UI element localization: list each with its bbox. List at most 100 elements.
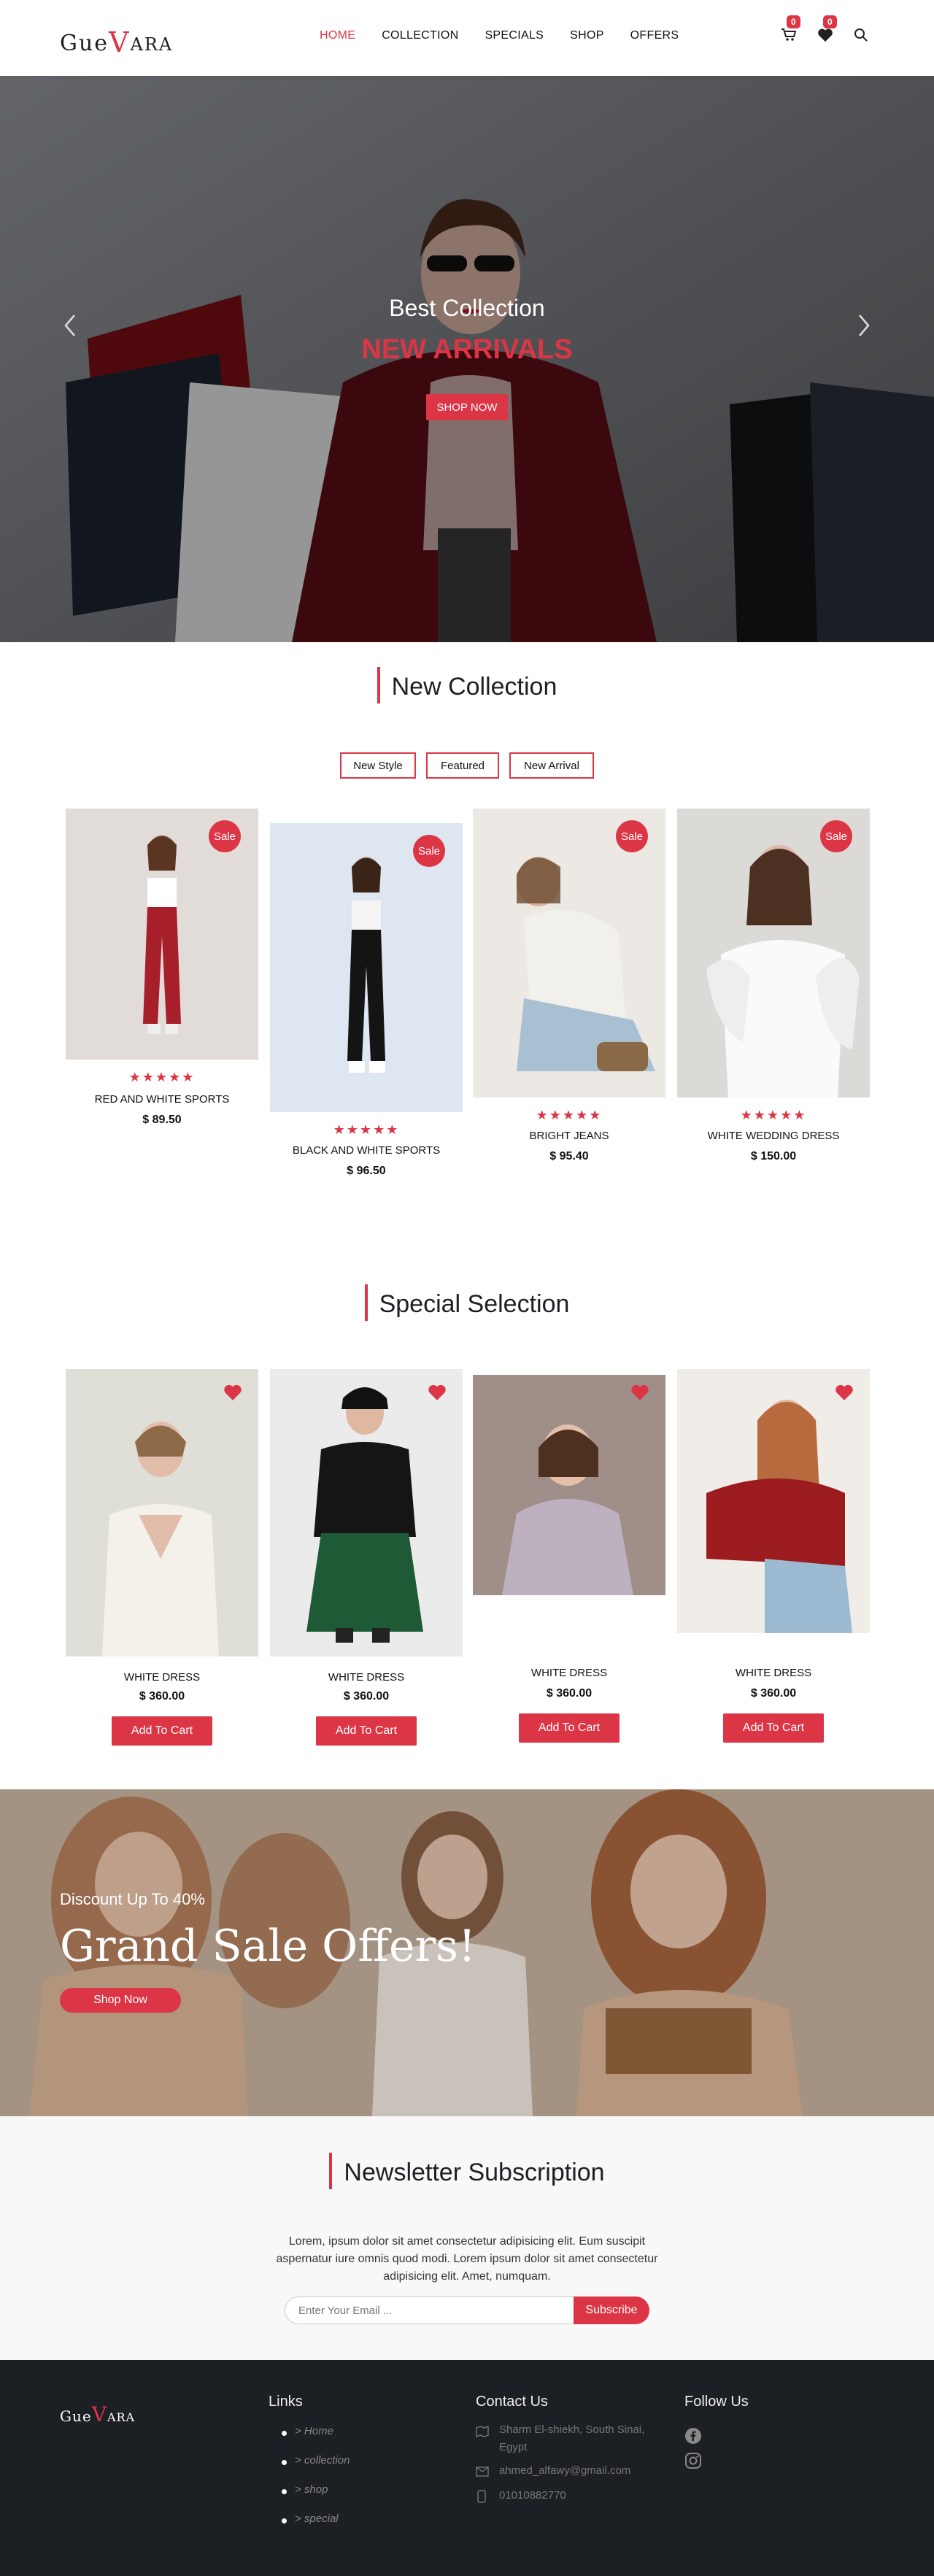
banner-title: Grand Sale Offers!: [60, 1921, 476, 1972]
nav-offers[interactable]: OFFERS: [630, 29, 679, 42]
product-image[interactable]: [473, 809, 665, 1098]
product-image[interactable]: [677, 1369, 870, 1633]
wishlist-heart-icon[interactable]: [223, 1384, 242, 1401]
product-title[interactable]: WHITE DRESS: [66, 1671, 258, 1684]
main-nav: HOME COLLECTION SPECIALS SHOP OFFERS: [320, 29, 705, 42]
nav-specials[interactable]: SPECIALS: [485, 29, 544, 42]
title-accent-bar: [364, 1284, 368, 1321]
footer-link-home[interactable]: > Home: [295, 2425, 333, 2437]
address-line1: Sharm El-shiekh, South Sinai,: [499, 2423, 645, 2436]
title-accent-bar: [329, 2153, 333, 2189]
search-icon[interactable]: [854, 28, 871, 45]
banner-discount-text: Discount Up To 40%: [60, 1890, 205, 1908]
contact-email[interactable]: ahmed_alfawy@gmail.com: [499, 2462, 630, 2480]
special-selection-title: Special Selection: [379, 1289, 570, 1318]
add-to-cart-button[interactable]: Add To Cart: [112, 1716, 212, 1746]
site-header: GueVara HOME COLLECTION SPECIALS SHOP OF…: [0, 0, 934, 76]
sale-badge: Sale: [820, 820, 852, 852]
add-to-cart-button[interactable]: Add To Cart: [519, 1713, 620, 1743]
new-collection-title: New Collection: [391, 672, 557, 701]
product-price: $ 95.40: [549, 1150, 589, 1162]
nav-collection[interactable]: COLLECTION: [382, 29, 458, 42]
footer-logo-part2: ara: [107, 2410, 136, 2424]
footer-link-special[interactable]: > special: [295, 2513, 339, 2525]
rating-stars: ★★★★★: [333, 1122, 400, 1137]
logo-v: V: [109, 26, 131, 58]
footer-follow-title: Follow Us: [684, 2394, 749, 2410]
instagram-icon[interactable]: [684, 2452, 702, 2473]
site-footer: GueVara Links > Home > collection > shop…: [0, 2360, 934, 2576]
logo-part2: ara: [130, 34, 174, 55]
heart-icon[interactable]: 0: [817, 15, 837, 45]
footer-links-title: Links: [269, 2394, 303, 2410]
wishlist-count-badge: 0: [823, 15, 837, 28]
nav-home[interactable]: HOME: [320, 29, 355, 42]
rating-stars: ★★★★★: [740, 1108, 807, 1122]
header-icons: 0 0: [781, 15, 871, 45]
product-image[interactable]: [270, 823, 463, 1112]
footer-contact-title: Contact Us: [476, 2394, 548, 2410]
email-input[interactable]: [285, 2297, 576, 2324]
product-image[interactable]: [473, 1375, 665, 1595]
cart-icon[interactable]: 0: [781, 15, 800, 45]
filter-new-style[interactable]: New Style: [340, 752, 416, 779]
product-price: $ 96.50: [347, 1165, 386, 1177]
list-bullet: [282, 2518, 287, 2523]
logo[interactable]: GueVara: [60, 25, 174, 58]
product-title[interactable]: WHITE DRESS: [473, 1667, 665, 1679]
product-image[interactable]: [270, 1369, 463, 1657]
footer-logo-part1: Gue: [60, 2407, 92, 2425]
product-price: $ 89.50: [142, 1114, 182, 1126]
list-bullet: [282, 2431, 287, 2436]
address-line2: Egypt: [499, 2441, 528, 2453]
product-title[interactable]: BLACK AND WHITE SPORTS: [270, 1144, 463, 1157]
hero-shop-now-button[interactable]: SHOP NOW: [426, 394, 508, 420]
footer-link-shop[interactable]: > shop: [295, 2483, 328, 2496]
newsletter-description: Lorem, ipsum dolor sit amet consectetur …: [276, 2235, 658, 2283]
list-bullet: [282, 2460, 287, 2465]
nav-shop[interactable]: SHOP: [570, 29, 604, 42]
list-bullet: [282, 2489, 287, 2494]
product-image[interactable]: [677, 809, 870, 1098]
product-price: $ 360.00: [750, 1687, 797, 1700]
product-title[interactable]: WHITE WEDDING DRESS: [677, 1130, 870, 1142]
sale-badge: Sale: [413, 835, 445, 867]
product-title[interactable]: WHITE DRESS: [677, 1667, 870, 1679]
newsletter-title: Newsletter Subscription: [344, 2158, 605, 2186]
hero-slider: Best Collection NEW ARRIVALS SHOP NOW: [0, 76, 934, 642]
add-to-cart-button[interactable]: Add To Cart: [316, 1716, 417, 1746]
filter-new-arrival[interactable]: New Arrival: [509, 752, 594, 779]
product-price: $ 360.00: [343, 1690, 390, 1702]
product-price: $ 360.00: [139, 1690, 185, 1702]
facebook-icon[interactable]: [684, 2427, 702, 2448]
subscribe-button[interactable]: Subscribe: [574, 2297, 649, 2324]
product-image[interactable]: [66, 1369, 258, 1657]
title-accent-bar: [377, 667, 380, 703]
wishlist-heart-icon[interactable]: [428, 1384, 447, 1401]
cart-count-badge: 0: [787, 15, 800, 28]
footer-logo[interactable]: GueVara: [60, 2402, 135, 2426]
wishlist-heart-icon[interactable]: [835, 1384, 854, 1401]
product-title[interactable]: WHITE DRESS: [270, 1671, 463, 1684]
hero-title: NEW ARRIVALS: [361, 334, 573, 365]
footer-link-collection[interactable]: > collection: [295, 2454, 350, 2467]
filter-featured[interactable]: Featured: [426, 752, 499, 779]
newsletter-heading: Newsletter Subscription: [0, 2153, 934, 2192]
special-selection-heading: Special Selection: [0, 1284, 934, 1324]
newsletter-section: Newsletter Subscription Lorem, ipsum dol…: [0, 2116, 934, 2360]
sale-banner: Discount Up To 40% Grand Sale Offers! Sh…: [0, 1789, 934, 2116]
contact-phone[interactable]: 01010882770: [499, 2487, 566, 2504]
product-price: $ 150.00: [750, 1150, 797, 1162]
add-to-cart-button[interactable]: Add To Cart: [723, 1713, 824, 1743]
hero-subtitle: Best Collection: [389, 295, 545, 321]
wishlist-heart-icon[interactable]: [630, 1384, 649, 1401]
banner-shop-now-button[interactable]: Shop Now: [60, 1988, 181, 2013]
map-icon: [476, 2425, 489, 2441]
sale-badge: Sale: [616, 820, 648, 852]
sale-badge: Sale: [209, 820, 241, 852]
product-title[interactable]: BRIGHT JEANS: [473, 1130, 665, 1142]
rating-stars: ★★★★★: [128, 1070, 196, 1084]
rating-stars: ★★★★★: [536, 1108, 603, 1122]
product-title[interactable]: RED AND WHITE SPORTS: [66, 1093, 258, 1106]
new-collection-heading: New Collection: [0, 667, 934, 706]
